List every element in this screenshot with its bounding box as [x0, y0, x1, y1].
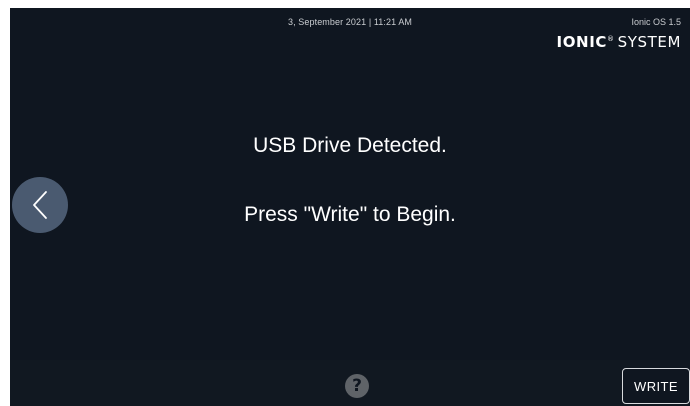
os-version-label: Ionic OS 1.5 [631, 17, 681, 27]
brand-logo: IONIC® SYSTEM [557, 33, 681, 51]
write-button-label: WRITE [634, 378, 678, 394]
write-button[interactable]: WRITE [622, 368, 690, 404]
usb-detected-message: USB Drive Detected. [253, 134, 447, 157]
chevron-left-icon [33, 191, 47, 219]
write-instruction-message: Press "Write" to Begin. [244, 203, 456, 226]
device-screen: 3, September 2021 | 11:21 AM Ionic OS 1.… [10, 8, 690, 406]
help-button[interactable]: ? [345, 374, 369, 398]
datetime-label: 3, September 2021 | 11:21 AM [287, 17, 413, 27]
question-mark-icon: ? [352, 376, 362, 396]
brand-name: IONIC [556, 33, 607, 51]
brand-suffix: SYSTEM [617, 33, 681, 51]
back-button[interactable] [12, 177, 68, 233]
registered-mark: ® [607, 35, 615, 43]
